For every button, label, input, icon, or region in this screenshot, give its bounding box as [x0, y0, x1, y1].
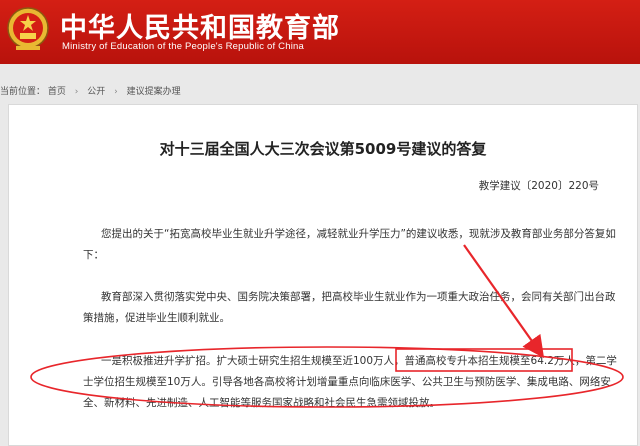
breadcrumb-separator-icon: › [114, 87, 118, 97]
paragraph-intro-text: 您提出的关于“拓宽高校毕业生就业升学途径，减轻就业升学压力”的建议收悉，现就涉及… [83, 228, 616, 261]
national-emblem-icon [7, 7, 49, 50]
breadcrumb-suggestions[interactable]: 建议提案办理 [127, 84, 181, 100]
breadcrumb-separator-icon: › [74, 87, 79, 97]
document-number: 教学建议〔2020〕220号 [478, 180, 599, 192]
site-subtitle: Ministry of Education of the People's Re… [62, 41, 304, 52]
paragraph-expansion-start: 一是积极推进升学扩招。扩大硕士研究生招生规模至近100万人， [101, 355, 405, 367]
paragraph-intro: 您提出的关于“拓宽高校毕业生就业升学途径，减轻就业升学压力”的建议收悉，现就涉及… [83, 224, 619, 266]
paragraph-expansion: 一是积极推进升学扩招。扩大硕士研究生招生规模至近100万人，普通高校专升本招生规… [83, 351, 619, 414]
breadcrumb-home[interactable]: 首页 [48, 84, 66, 100]
site-header: 中华人民共和国教育部 Ministry of Education of the … [0, 0, 640, 64]
paragraph-policy-text: 教育部深入贯彻落实党中央、国务院决策部署，把高校毕业生就业作为一项重大政治任务，… [83, 291, 616, 324]
document-title: 对十三届全国人大三次会议第5009号建议的答复 [159, 140, 487, 158]
breadcrumb-public[interactable]: 公开 [87, 84, 105, 100]
breadcrumb: 当前位置： 首页 › 公开 › 建议提案办理 [0, 84, 640, 100]
site-title: 中华人民共和国教育部 [60, 13, 340, 44]
breadcrumb-prefix: 当前位置： [0, 87, 46, 97]
highlighted-sentence: 普通高校专升本招生规模至64.2万人， [404, 355, 586, 367]
document-card: 对十三届全国人大三次会议第5009号建议的答复 教学建议〔2020〕220号 您… [8, 104, 638, 446]
paragraph-policy: 教育部深入贯彻落实党中央、国务院决策部署，把高校毕业生就业作为一项重大政治任务，… [83, 287, 619, 329]
